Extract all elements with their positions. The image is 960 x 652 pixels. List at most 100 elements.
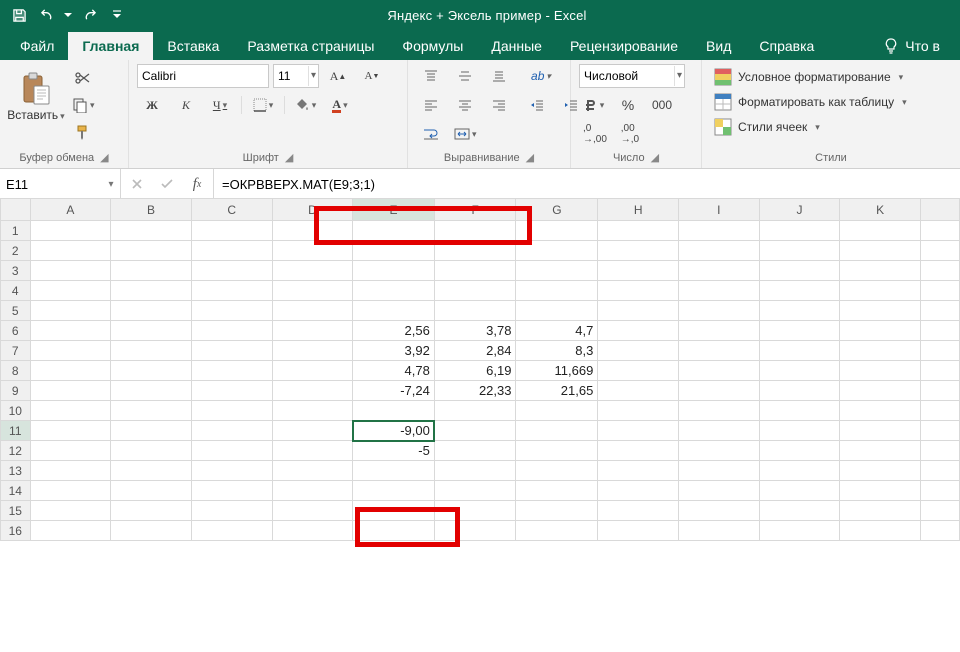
cell[interactable] [353,261,435,281]
column-header[interactable]: D [272,199,353,221]
cell[interactable] [516,461,598,481]
cell[interactable] [111,441,192,461]
cell[interactable] [191,301,272,321]
column-header[interactable]: B [111,199,192,221]
cell[interactable] [30,441,111,461]
row-header[interactable]: 12 [1,441,31,461]
cell[interactable] [272,261,353,281]
merge-center-button[interactable]: ▾ [450,122,481,146]
cell[interactable]: 22,33 [434,381,516,401]
increase-font-button[interactable]: A▲ [323,64,353,88]
undo-button[interactable] [34,3,60,27]
italic-button[interactable]: К [171,93,201,117]
cell[interactable]: 8,3 [516,341,598,361]
column-header[interactable]: A [30,199,111,221]
cell[interactable] [272,381,353,401]
cell[interactable] [191,241,272,261]
cell[interactable] [111,321,192,341]
increase-decimal-button[interactable]: ,0→,00 [579,122,611,146]
underline-button[interactable]: Ч▾ [205,93,235,117]
tab-help[interactable]: Справка [745,32,828,60]
cell[interactable] [598,521,679,541]
cell[interactable] [30,321,111,341]
name-box[interactable]: ▾ [0,169,121,199]
cell[interactable]: 4,7 [516,321,598,341]
tab-page-layout[interactable]: Разметка страницы [233,32,388,60]
cell[interactable] [434,401,516,421]
cell[interactable] [840,501,921,521]
cell[interactable] [191,261,272,281]
cell[interactable]: -9,00 [353,421,435,441]
cell[interactable] [679,381,760,401]
cell[interactable] [30,421,111,441]
format-painter-button[interactable] [68,120,99,144]
font-size-combo[interactable]: ▾ [273,64,319,88]
cell[interactable] [191,401,272,421]
cell[interactable] [759,361,840,381]
cell[interactable] [679,481,760,501]
cell[interactable] [840,241,921,261]
cell[interactable] [759,521,840,541]
cell[interactable] [759,481,840,501]
cell[interactable] [679,221,760,241]
undo-more-button[interactable] [62,3,74,27]
cell[interactable] [272,401,353,421]
cell[interactable] [111,341,192,361]
row-header[interactable]: 15 [1,501,31,521]
cell[interactable] [434,301,516,321]
cell[interactable] [840,401,921,421]
cell[interactable]: 2,84 [434,341,516,361]
cell[interactable] [516,241,598,261]
cell[interactable] [353,281,435,301]
cell[interactable] [598,381,679,401]
cell[interactable] [111,221,192,241]
cell[interactable] [598,261,679,281]
cell[interactable] [840,341,921,361]
font-name-combo[interactable]: ▾ [137,64,269,88]
save-button[interactable] [6,3,32,27]
font-color-button[interactable]: А▾ [325,93,355,117]
cell[interactable] [840,361,921,381]
dialog-launcher-icon[interactable]: ◢ [526,151,534,164]
cell[interactable] [272,281,353,301]
cell[interactable]: -7,24 [353,381,435,401]
row-header[interactable]: 16 [1,521,31,541]
cell[interactable] [434,461,516,481]
cell[interactable] [353,401,435,421]
cell[interactable] [598,361,679,381]
cell[interactable]: 3,92 [353,341,435,361]
chevron-down-icon[interactable]: ▾ [308,66,318,86]
cell[interactable] [191,421,272,441]
cell[interactable]: 3,78 [434,321,516,341]
conditional-formatting-button[interactable]: Условное форматирование▾ [710,66,952,88]
decrease-indent-button[interactable] [522,93,552,117]
column-header[interactable]: F [434,199,516,221]
cell[interactable] [191,441,272,461]
cell[interactable] [191,381,272,401]
name-box-input[interactable] [0,177,102,192]
cell[interactable] [272,501,353,521]
cell[interactable] [111,361,192,381]
cell[interactable] [759,261,840,281]
cell[interactable] [30,261,111,281]
cell[interactable] [111,281,192,301]
cell[interactable] [679,241,760,261]
cell[interactable] [759,501,840,521]
cell[interactable] [434,441,516,461]
cell[interactable] [840,261,921,281]
row-header[interactable]: 2 [1,241,31,261]
wrap-text-button[interactable] [416,122,446,146]
row-header[interactable]: 8 [1,361,31,381]
cell[interactable] [191,481,272,501]
formula-bar[interactable] [214,169,960,199]
column-header[interactable]: C [191,199,272,221]
cell[interactable] [191,361,272,381]
cell[interactable] [30,221,111,241]
cell[interactable] [30,281,111,301]
tab-view[interactable]: Вид [692,32,745,60]
cell[interactable] [434,501,516,521]
chevron-down-icon[interactable]: ▾ [102,179,120,190]
align-right-button[interactable] [484,93,514,117]
cell[interactable] [434,261,516,281]
cell[interactable] [111,421,192,441]
